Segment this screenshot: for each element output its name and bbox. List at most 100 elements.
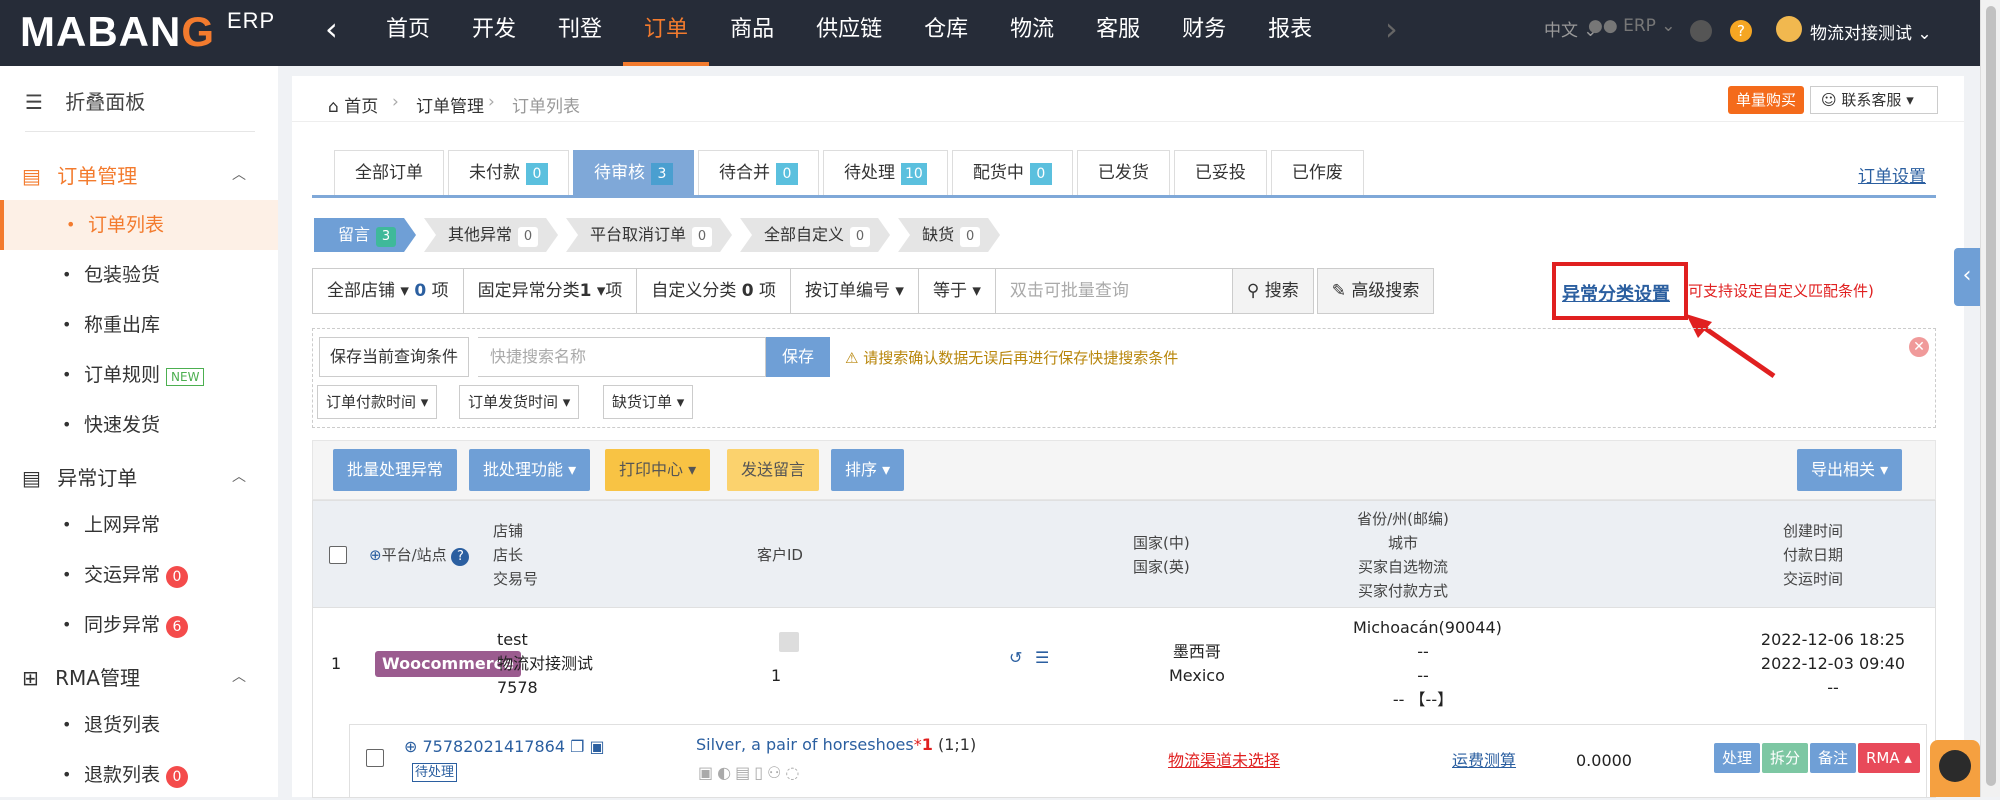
all-shops-select[interactable]: 全部店铺 ▾ 0 项 [312, 268, 464, 314]
user-menu[interactable]: 物流对接测试 ⌄ [1810, 19, 1932, 44]
process-button[interactable]: 处理 [1714, 743, 1761, 773]
page-scrollbar[interactable] [1980, 0, 2000, 797]
search-button[interactable]: ⚲ 搜索 [1231, 268, 1314, 314]
nav-home[interactable]: 首页 [365, 0, 451, 66]
collapse-panel[interactable]: ☰ 折叠面板 [25, 86, 145, 115]
mascot-helper-icon[interactable] [1930, 740, 1980, 797]
col-shop: 店铺 店长 交易号 [493, 522, 539, 588]
expand-icon[interactable]: ⊕ [404, 737, 417, 756]
nav-orders[interactable]: 订单 [623, 0, 710, 66]
sidebar-item-online-abnormal[interactable]: 上网异常 [0, 500, 278, 550]
chevron-up-icon[interactable]: ︿ [232, 164, 246, 184]
quick-search-name-input[interactable]: 快捷搜索名称 [478, 337, 766, 377]
order-settings-link[interactable]: 订单设置 [1858, 162, 1926, 187]
chevron-up-icon[interactable]: ︿ [232, 466, 246, 486]
sidebar-group-abnormal-orders[interactable]: ▤ 异常订单 [22, 462, 137, 491]
saved-filter-ship-time[interactable]: 订单发货时间 ▾ [459, 385, 580, 419]
invoice-icon[interactable]: ▣ [590, 737, 605, 756]
side-panel-toggle-icon[interactable]: ‹ [1954, 248, 1980, 306]
nav-products[interactable]: 商品 [709, 0, 795, 66]
saved-filter-pay-time[interactable]: 订单付款时间 ▾ [317, 385, 438, 419]
search-input[interactable]: 双击可批量查询 [994, 268, 1233, 314]
nav-supply-chain[interactable]: 供应链 [795, 0, 903, 66]
chip-platform-cancel[interactable]: 平台取消订单 0 [566, 218, 732, 252]
history-icon[interactable]: ↺ [1009, 646, 1022, 670]
sidebar-item-return-list[interactable]: 退货列表 [0, 700, 278, 750]
tab-picking[interactable]: 配货中 0 [951, 150, 1073, 196]
channel-not-selected-link[interactable]: 物流渠道未选择 [1168, 749, 1280, 773]
col-platform[interactable]: ⊕平台/站点 ? [369, 543, 470, 567]
chevron-up-icon[interactable]: ︿ [232, 666, 246, 686]
print-center-button[interactable]: 打印中心 ▾ [605, 449, 711, 491]
batch-anomaly-button[interactable]: 批量处理异常 [333, 449, 458, 491]
anomaly-category-settings-link[interactable]: 异常分类设置 [1552, 262, 1688, 320]
nav-service[interactable]: 客服 [1075, 0, 1161, 66]
tab-to-merge[interactable]: 待合并 0 [698, 150, 819, 196]
tab-unpaid[interactable]: 未付款 0 [448, 150, 569, 196]
breadcrumb-home[interactable]: ⌂ 首页 [328, 92, 378, 117]
tab-pending-review[interactable]: 待审核 3 [573, 150, 694, 196]
sidebar-group-order-management[interactable]: ▤ 订单管理 [22, 160, 137, 189]
order-item-row: ⊕ 75782021417864 ❐ ▣ 待处理 Silver, a pair … [349, 724, 1927, 798]
batch-function-button[interactable]: 批处理功能 ▾ [469, 449, 591, 491]
nav-warehouse[interactable]: 仓库 [903, 0, 989, 66]
order-flag-icons[interactable]: ▣◐▤▯⚇◌ [698, 761, 803, 785]
avatar[interactable] [1776, 16, 1802, 42]
split-button[interactable]: 拆分 [1762, 743, 1809, 773]
tab-delivered[interactable]: 已妥投 [1173, 150, 1267, 196]
sidebar-item-ship-abnormal[interactable]: 交运异常0 [0, 550, 278, 600]
erp-switch[interactable]: ●● ERP ⌄ [1588, 16, 1676, 36]
nav-next-icon[interactable]: › [1385, 10, 1398, 48]
help-icon[interactable]: ? [1730, 20, 1752, 42]
sidebar-item-order-list[interactable]: 订单列表 [0, 200, 278, 250]
tab-voided[interactable]: 已作废 [1270, 150, 1364, 196]
freight-estimate-link[interactable]: 运费测算 [1452, 749, 1516, 773]
breadcrumb-order-management[interactable]: 订单管理 [416, 92, 484, 117]
detail-list-icon[interactable]: ☰ [1035, 646, 1049, 670]
chip-message[interactable]: 留言 3 [314, 218, 416, 252]
sidebar-item-pack-check[interactable]: 包装验货 [0, 250, 278, 300]
chip-out-of-stock[interactable]: 缺货 0 [898, 218, 1000, 252]
nav-listing[interactable]: 刊登 [537, 0, 623, 66]
save-button[interactable]: 保存 [766, 337, 830, 377]
sort-button[interactable]: 排序 ▾ [831, 449, 905, 491]
send-message-button[interactable]: 发送留言 [727, 449, 820, 491]
fixed-category-select[interactable]: 固定异常分类1 ▾项 [462, 268, 638, 314]
nav-logistics[interactable]: 物流 [989, 0, 1075, 66]
close-icon[interactable]: ✕ [1909, 337, 1929, 357]
chip-all-custom[interactable]: 全部自定义 0 [740, 218, 890, 252]
order-checkbox[interactable] [366, 749, 384, 767]
nav-reports[interactable]: 报表 [1247, 0, 1333, 66]
select-all-checkbox[interactable] [329, 546, 347, 564]
nav-finance[interactable]: 财务 [1161, 0, 1247, 66]
contact-service-button[interactable]: ☺ 联系客服 ▾ [1810, 86, 1938, 114]
order-number-link[interactable]: ⊕ 75782021417864 ❐ ▣ [404, 735, 605, 759]
export-button[interactable]: 导出相关 ▾ [1797, 449, 1903, 491]
saved-filter-out-of-stock[interactable]: 缺货订单 ▾ [603, 385, 694, 419]
message-icon[interactable] [1690, 20, 1712, 42]
advanced-search-button[interactable]: ✎ 高级搜索 [1316, 268, 1435, 314]
contact-card-icon[interactable] [779, 632, 799, 652]
tab-all-orders[interactable]: 全部订单 [334, 150, 444, 196]
search-field-select[interactable]: 按订单编号 ▾ [790, 268, 919, 314]
buy-volume-button[interactable]: 单量购买 [1728, 86, 1805, 114]
product-link[interactable]: Silver, a pair of horseshoes*1 (1;1) [696, 733, 976, 757]
sidebar-item-weigh-out[interactable]: 称重出库 [0, 300, 278, 350]
tab-to-process[interactable]: 待处理 10 [823, 150, 948, 196]
note-button[interactable]: 备注 [1810, 743, 1857, 773]
sidebar-group-rma[interactable]: ⊞ RMA管理 [22, 662, 140, 691]
sidebar-item-order-rules[interactable]: 订单规则NEW [0, 350, 278, 400]
copy-icon[interactable]: ❐ [570, 737, 584, 756]
sidebar-item-quick-ship[interactable]: 快速发货 [0, 400, 278, 450]
custom-category-select[interactable]: 自定义分类 0 项 [636, 268, 792, 314]
tab-shipped[interactable]: 已发货 [1076, 150, 1170, 196]
help-icon[interactable]: ? [451, 548, 470, 566]
sidebar-item-refund-list[interactable]: 退款列表0 [0, 750, 278, 800]
nav-prev-icon[interactable]: ‹ [325, 10, 338, 48]
match-mode-select[interactable]: 等于 ▾ [917, 268, 996, 314]
chip-other-exception[interactable]: 其他异常 0 [424, 218, 558, 252]
nav-develop[interactable]: 开发 [451, 0, 537, 66]
rma-button[interactable]: RMA ▴ [1858, 743, 1920, 773]
sidebar-item-sync-abnormal[interactable]: 同步异常6 [0, 600, 278, 650]
logo[interactable]: MABANG ERP [20, 8, 275, 56]
